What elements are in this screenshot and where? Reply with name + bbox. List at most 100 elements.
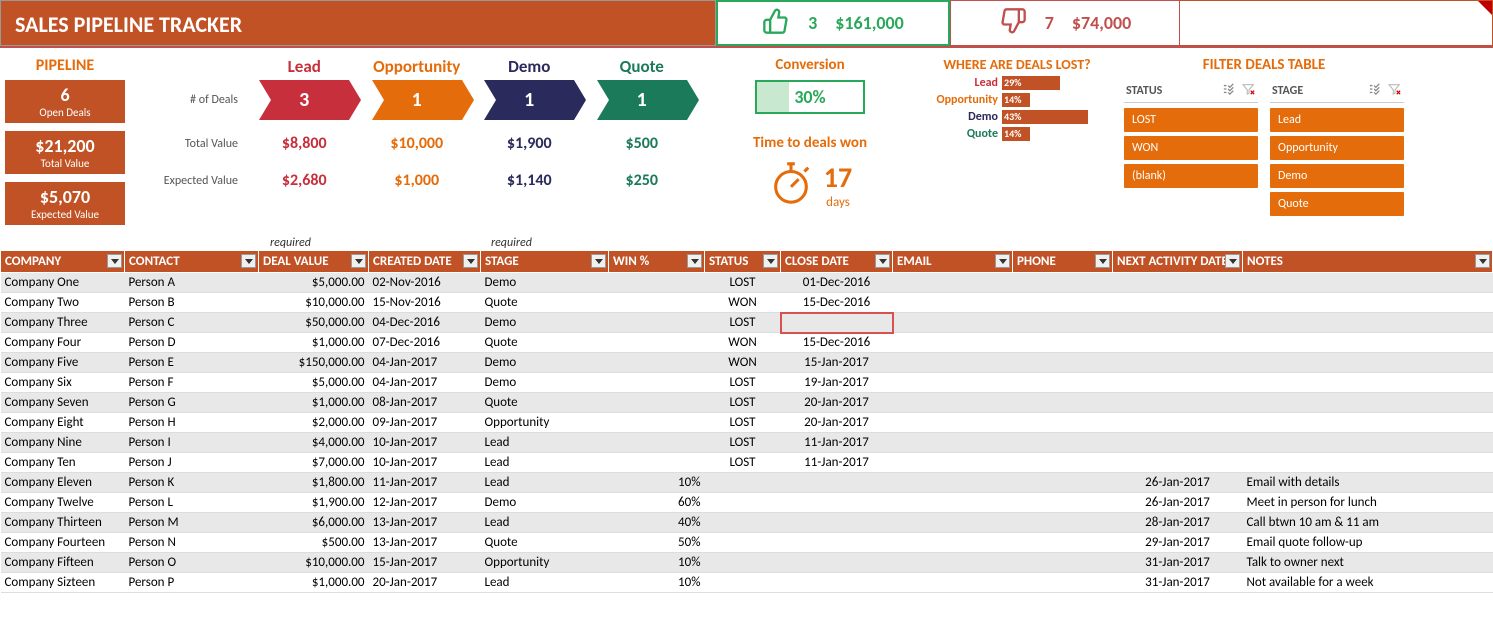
table-row[interactable]: Company One Person A $5,000.00 02-Nov-20… — [1, 273, 1493, 293]
cell-notes[interactable] — [1243, 293, 1493, 313]
cell-win[interactable]: 40% — [609, 513, 705, 533]
clear-filter-icon[interactable] — [1242, 83, 1256, 99]
col-next-activity-date[interactable]: NEXT ACTIVITY DATE — [1113, 251, 1243, 273]
cell-email[interactable] — [893, 573, 1013, 593]
cell-next-activity[interactable]: 31-Jan-2017 — [1113, 553, 1243, 573]
col-notes[interactable]: NOTES — [1243, 251, 1493, 273]
cell-deal-value[interactable]: $1,000.00 — [259, 333, 369, 353]
cell-contact[interactable]: Person O — [125, 553, 259, 573]
cell-notes[interactable]: Meet in person for lunch — [1243, 493, 1493, 513]
filter-dropdown-icon[interactable] — [351, 254, 366, 268]
cell-company[interactable]: Company Ten — [1, 453, 125, 473]
cell-close[interactable] — [781, 473, 893, 493]
cell-status[interactable]: LOST — [705, 273, 781, 293]
cell-phone[interactable] — [1013, 273, 1113, 293]
cell-phone[interactable] — [1013, 333, 1113, 353]
cell-win[interactable] — [609, 333, 705, 353]
cell-win[interactable] — [609, 453, 705, 473]
cell-contact[interactable]: Person I — [125, 433, 259, 453]
col-contact[interactable]: CONTACT — [125, 251, 259, 273]
cell-win[interactable] — [609, 393, 705, 413]
cell-status[interactable]: LOST — [705, 393, 781, 413]
cell-contact[interactable]: Person K — [125, 473, 259, 493]
cell-notes[interactable] — [1243, 333, 1493, 353]
cell-email[interactable] — [893, 333, 1013, 353]
cell-deal-value[interactable]: $10,000.00 — [259, 293, 369, 313]
table-row[interactable]: Company Sizteen Person P $1,000.00 20-Ja… — [1, 573, 1493, 593]
cell-next-activity[interactable] — [1113, 433, 1243, 453]
cell-stage[interactable]: Lead — [481, 473, 609, 493]
cell-created[interactable]: 12-Jan-2017 — [369, 493, 481, 513]
cell-created[interactable]: 04-Jan-2017 — [369, 373, 481, 393]
cell-email[interactable] — [893, 533, 1013, 553]
cell-contact[interactable]: Person L — [125, 493, 259, 513]
filter-dropdown-icon[interactable] — [1095, 254, 1110, 268]
cell-next-activity[interactable]: 28-Jan-2017 — [1113, 513, 1243, 533]
cell-email[interactable] — [893, 453, 1013, 473]
cell-company[interactable]: Company Sizteen — [1, 573, 125, 593]
cell-stage[interactable]: Quote — [481, 333, 609, 353]
cell-close[interactable] — [781, 493, 893, 513]
cell-next-activity[interactable] — [1113, 313, 1243, 333]
cell-stage[interactable]: Demo — [481, 373, 609, 393]
cell-notes[interactable]: Talk to owner next — [1243, 553, 1493, 573]
table-row[interactable]: Company Twelve Person L $1,900.00 12-Jan… — [1, 493, 1493, 513]
cell-created[interactable]: 07-Dec-2016 — [369, 333, 481, 353]
table-row[interactable]: Company Six Person F $5,000.00 04-Jan-20… — [1, 373, 1493, 393]
table-row[interactable]: Company Four Person D $1,000.00 07-Dec-2… — [1, 333, 1493, 353]
cell-win[interactable] — [609, 433, 705, 453]
status-option-blank[interactable]: (blank) — [1124, 164, 1258, 188]
cell-email[interactable] — [893, 353, 1013, 373]
cell-company[interactable]: Company Three — [1, 313, 125, 333]
cell-contact[interactable]: Person H — [125, 413, 259, 433]
cell-email[interactable] — [893, 313, 1013, 333]
table-row[interactable]: Company Fourteen Person N $500.00 13-Jan… — [1, 533, 1493, 553]
cell-phone[interactable] — [1013, 553, 1113, 573]
cell-phone[interactable] — [1013, 453, 1113, 473]
filter-dropdown-icon[interactable] — [763, 254, 778, 268]
table-row[interactable]: Company Fifteen Person O $10,000.00 15-J… — [1, 553, 1493, 573]
cell-stage[interactable]: Opportunity — [481, 413, 609, 433]
cell-contact[interactable]: Person E — [125, 353, 259, 373]
cell-status[interactable] — [705, 573, 781, 593]
cell-created[interactable]: 09-Jan-2017 — [369, 413, 481, 433]
cell-email[interactable] — [893, 273, 1013, 293]
cell-stage[interactable]: Opportunity — [481, 553, 609, 573]
status-option-won[interactable]: WON — [1124, 136, 1258, 160]
cell-deal-value[interactable]: $5,000.00 — [259, 373, 369, 393]
cell-stage[interactable]: Demo — [481, 353, 609, 373]
filter-dropdown-icon[interactable] — [463, 254, 478, 268]
cell-close[interactable] — [781, 533, 893, 553]
filter-dropdown-icon[interactable] — [875, 254, 890, 268]
cell-contact[interactable]: Person G — [125, 393, 259, 413]
table-row[interactable]: Company Three Person C $50,000.00 04-Dec… — [1, 313, 1493, 333]
cell-email[interactable] — [893, 493, 1013, 513]
cell-company[interactable]: Company Fifteen — [1, 553, 125, 573]
cell-company[interactable]: Company Twelve — [1, 493, 125, 513]
cell-contact[interactable]: Person P — [125, 573, 259, 593]
filter-dropdown-icon[interactable] — [1475, 254, 1490, 268]
cell-created[interactable]: 04-Dec-2016 — [369, 313, 481, 333]
cell-notes[interactable] — [1243, 393, 1493, 413]
cell-deal-value[interactable]: $50,000.00 — [259, 313, 369, 333]
cell-win[interactable] — [609, 293, 705, 313]
cell-close[interactable]: 20-Jan-2017 — [781, 393, 893, 413]
cell-status[interactable] — [705, 553, 781, 573]
cell-created[interactable]: 15-Nov-2016 — [369, 293, 481, 313]
cell-email[interactable] — [893, 433, 1013, 453]
cell-notes[interactable]: Call btwn 10 am & 11 am — [1243, 513, 1493, 533]
stage-slicer[interactable]: STAGE LeadOpportunityDemoQuote — [1270, 80, 1404, 220]
cell-win[interactable] — [609, 313, 705, 333]
cell-close[interactable] — [781, 313, 893, 333]
cell-phone[interactable] — [1013, 513, 1113, 533]
cell-close[interactable] — [781, 513, 893, 533]
filter-dropdown-icon[interactable] — [591, 254, 606, 268]
cell-created[interactable]: 15-Jan-2017 — [369, 553, 481, 573]
cell-deal-value[interactable]: $1,800.00 — [259, 473, 369, 493]
cell-status[interactable]: WON — [705, 353, 781, 373]
table-row[interactable]: Company Eleven Person K $1,800.00 11-Jan… — [1, 473, 1493, 493]
status-slicer[interactable]: STATUS LOSTWON(blank) — [1124, 80, 1258, 220]
cell-status[interactable] — [705, 493, 781, 513]
col-company[interactable]: COMPANY — [1, 251, 125, 273]
stage-option-opportunity[interactable]: Opportunity — [1270, 136, 1404, 160]
